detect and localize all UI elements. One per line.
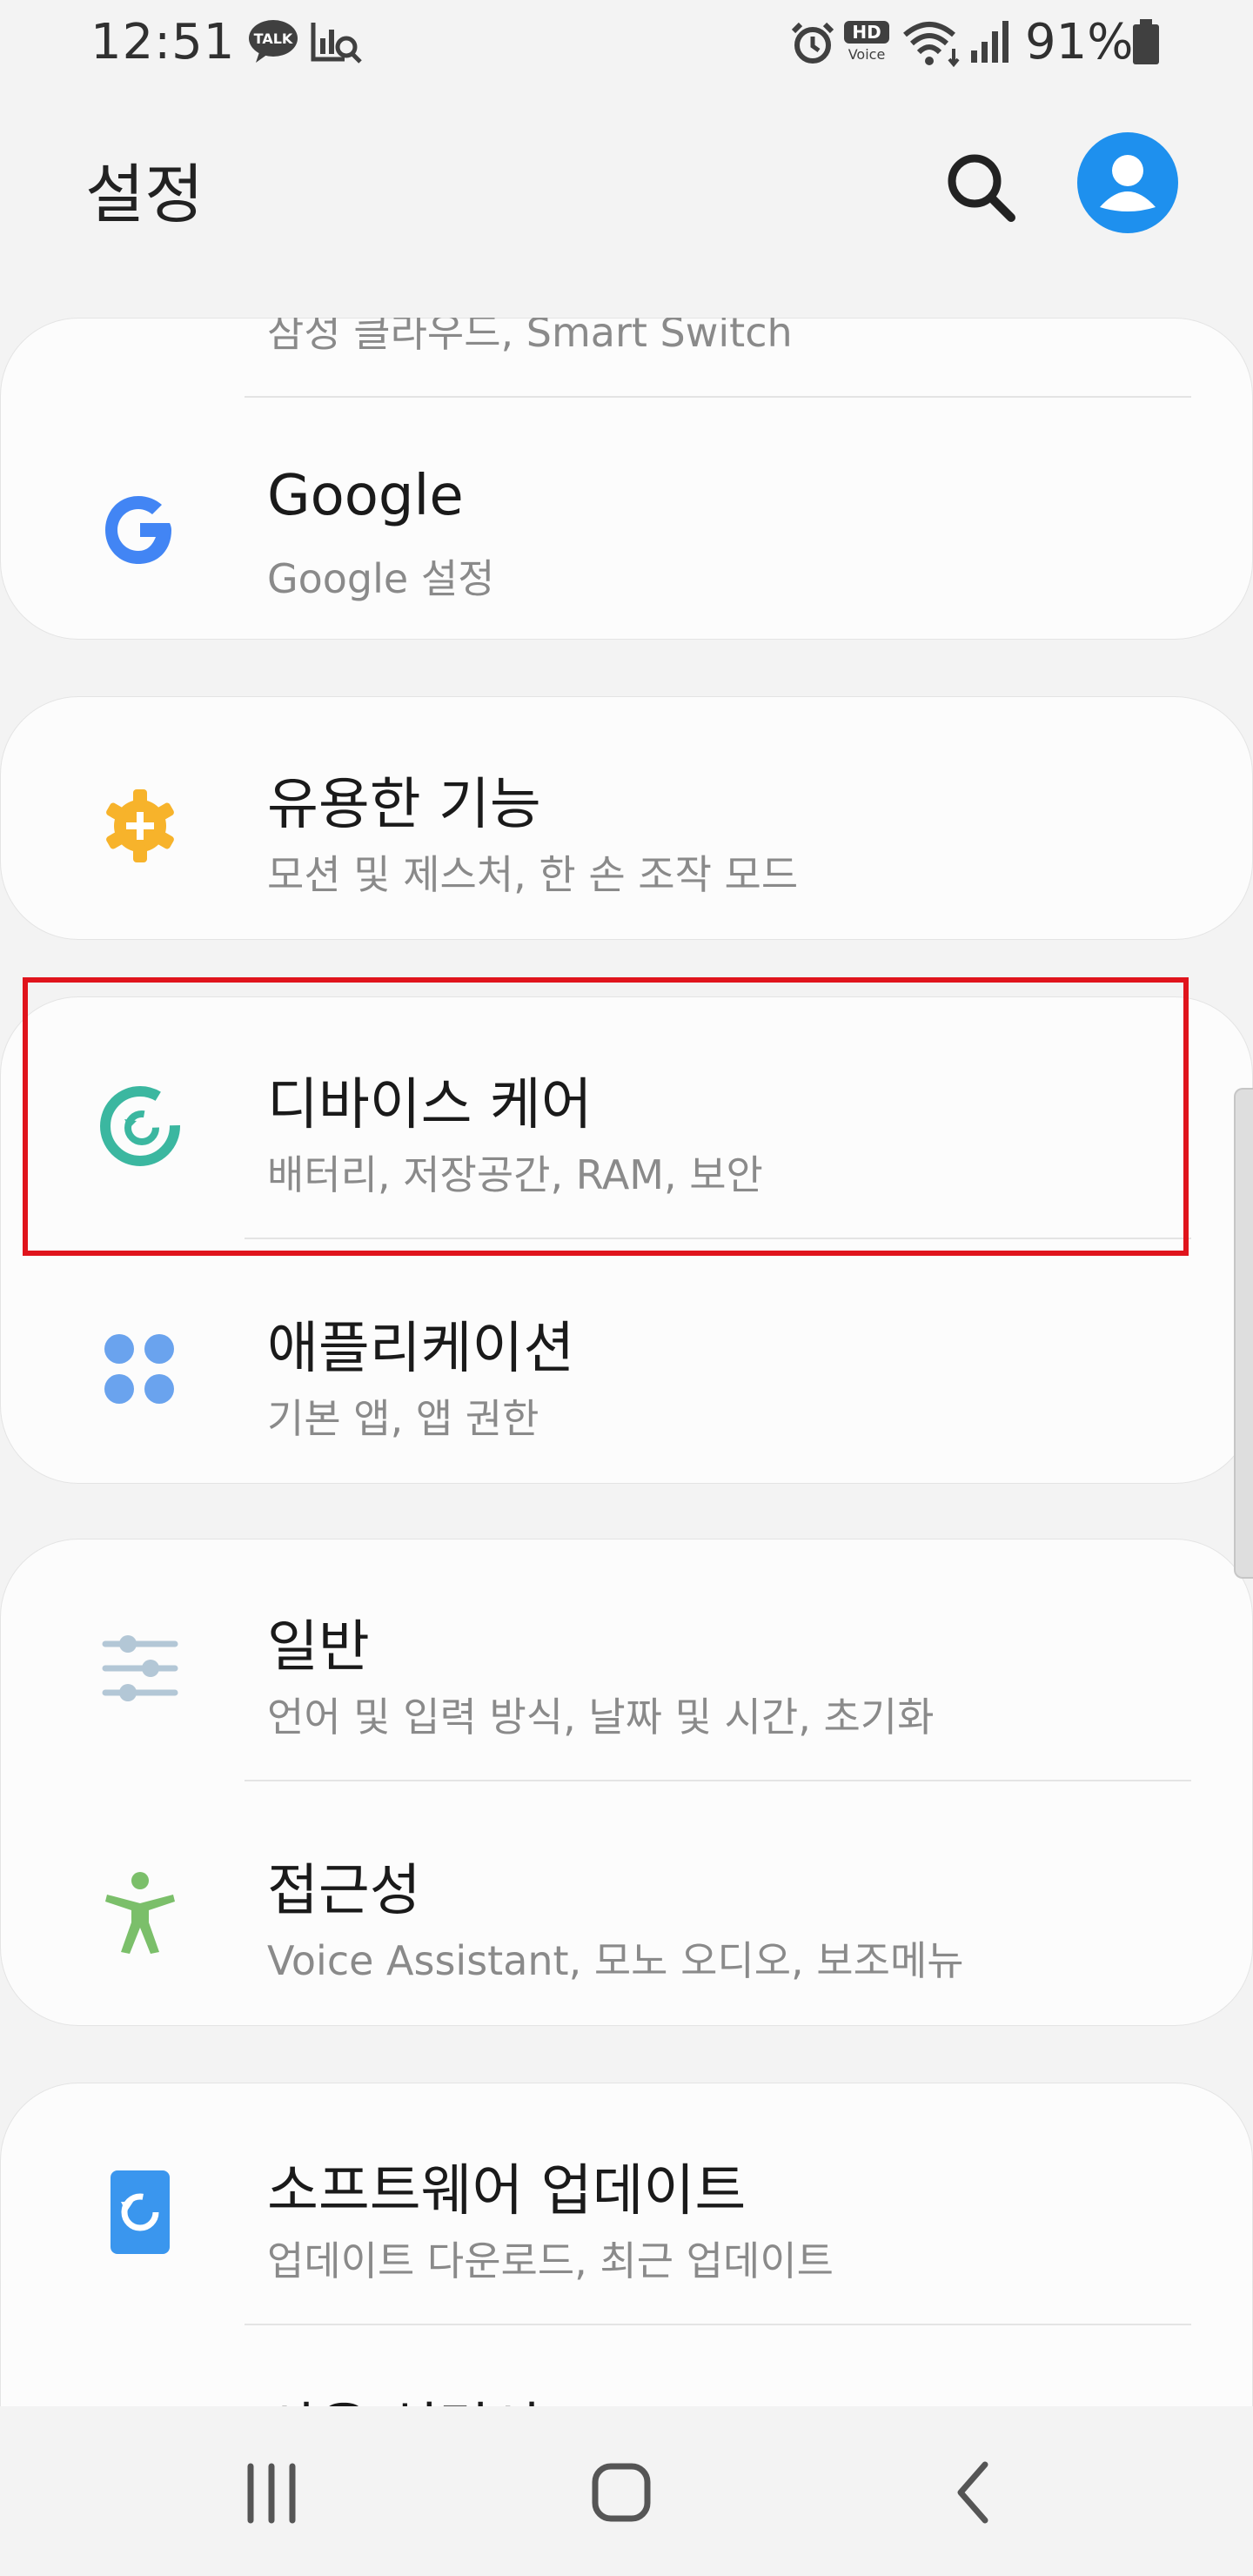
back-button[interactable] bbox=[922, 2454, 1027, 2532]
settings-item-software-update[interactable]: 소프트웨어 업데이트 업데이트 다운로드, 최근 업데이트 bbox=[1, 2083, 1253, 2327]
settings-item-advanced-features[interactable]: 유용한 기능 모션 및 제스처, 한 손 조작 모드 bbox=[1, 697, 1253, 941]
search-button[interactable] bbox=[941, 148, 1020, 226]
kakaotalk-icon: TALK bbox=[247, 19, 299, 68]
partial-item-subtitle: 삼성 클라우드, Smart Switch bbox=[267, 318, 793, 356]
item-title: 소프트웨어 업데이트 bbox=[267, 2159, 747, 2224]
advanced-features-icon bbox=[98, 784, 182, 868]
partial-item-title: 사용 설명서 bbox=[267, 2385, 541, 2406]
item-subtitle: Google 설정 bbox=[267, 555, 495, 602]
scrollbar[interactable] bbox=[1234, 1088, 1253, 1579]
settings-item-google[interactable]: Google Google 설정 bbox=[1, 401, 1253, 645]
divider bbox=[245, 2324, 1191, 2325]
page-title: 설정 bbox=[85, 158, 204, 232]
status-time: 12:51 bbox=[90, 14, 236, 70]
battery-percentage: 91% bbox=[1025, 14, 1134, 70]
settings-list[interactable]: 삼성 클라우드, Smart Switch Google Google 설정 유… bbox=[0, 318, 1253, 2406]
settings-card: 유용한 기능 모션 및 제스처, 한 손 조작 모드 bbox=[0, 696, 1253, 940]
google-icon bbox=[98, 488, 182, 572]
settings-item-accessibility[interactable]: 접근성 Voice Assistant, 모노 오디오, 보조메뉴 bbox=[1, 1783, 1253, 2027]
software-update-icon bbox=[98, 2170, 182, 2254]
search-analytics-icon bbox=[310, 19, 364, 68]
recent-apps-button[interactable] bbox=[219, 2454, 324, 2532]
svg-text:TALK: TALK bbox=[254, 30, 293, 47]
hd-voice-icon: HD Voice bbox=[841, 19, 893, 68]
home-icon bbox=[592, 2463, 651, 2522]
item-subtitle: 언어 및 입력 방식, 날짜 및 시간, 초기화 bbox=[267, 1694, 935, 1741]
item-title: 애플리케이션 bbox=[267, 1317, 575, 1381]
item-subtitle: 모션 및 제스처, 한 손 조작 모드 bbox=[267, 851, 799, 898]
item-subtitle: 기본 앱, 앱 권한 bbox=[267, 1395, 539, 1442]
app-header: 설정 bbox=[0, 87, 1253, 278]
signal-icon bbox=[968, 19, 1013, 68]
back-icon bbox=[957, 2461, 988, 2524]
recent-apps-icon bbox=[247, 2463, 296, 2524]
status-bar: 12:51 TALK HD Voice 91% bbox=[0, 0, 1253, 87]
wifi-icon bbox=[901, 19, 964, 71]
settings-card: 소프트웨어 업데이트 업데이트 다운로드, 최근 업데이트 사용 설명서 bbox=[0, 2083, 1253, 2406]
item-subtitle: Voice Assistant, 모노 오디오, 보조메뉴 bbox=[267, 1937, 964, 1984]
navigation-bar bbox=[0, 2411, 1253, 2576]
alarm-icon bbox=[788, 19, 837, 71]
apps-icon bbox=[98, 1328, 182, 1412]
item-title: 접근성 bbox=[267, 1859, 421, 1923]
highlight-box bbox=[23, 977, 1189, 1256]
settings-item-applications[interactable]: 애플리케이션 기본 앱, 앱 권한 bbox=[1, 1241, 1253, 1485]
divider bbox=[245, 1780, 1191, 1781]
item-subtitle: 업데이트 다운로드, 최근 업데이트 bbox=[267, 2237, 834, 2284]
settings-item-general[interactable]: 일반 언어 및 입력 방식, 날짜 및 시간, 초기화 bbox=[1, 1540, 1253, 1783]
profile-button[interactable] bbox=[1077, 132, 1178, 233]
item-title: 유용한 기능 bbox=[267, 773, 541, 837]
accessibility-icon bbox=[98, 1870, 182, 1954]
general-management-icon bbox=[98, 1627, 182, 1710]
settings-card: 삼성 클라우드, Smart Switch Google Google 설정 bbox=[0, 318, 1253, 640]
settings-card: 일반 언어 및 입력 방식, 날짜 및 시간, 초기화 접근성 Voice As… bbox=[0, 1539, 1253, 2026]
home-button[interactable] bbox=[569, 2454, 673, 2532]
search-icon bbox=[948, 154, 1015, 222]
svg-text:Voice: Voice bbox=[848, 46, 886, 63]
divider bbox=[245, 396, 1191, 398]
item-title: Google bbox=[267, 464, 464, 528]
svg-text:HD: HD bbox=[852, 22, 881, 43]
item-title: 일반 bbox=[267, 1615, 370, 1680]
account-icon bbox=[1100, 155, 1156, 211]
battery-icon bbox=[1131, 19, 1161, 70]
